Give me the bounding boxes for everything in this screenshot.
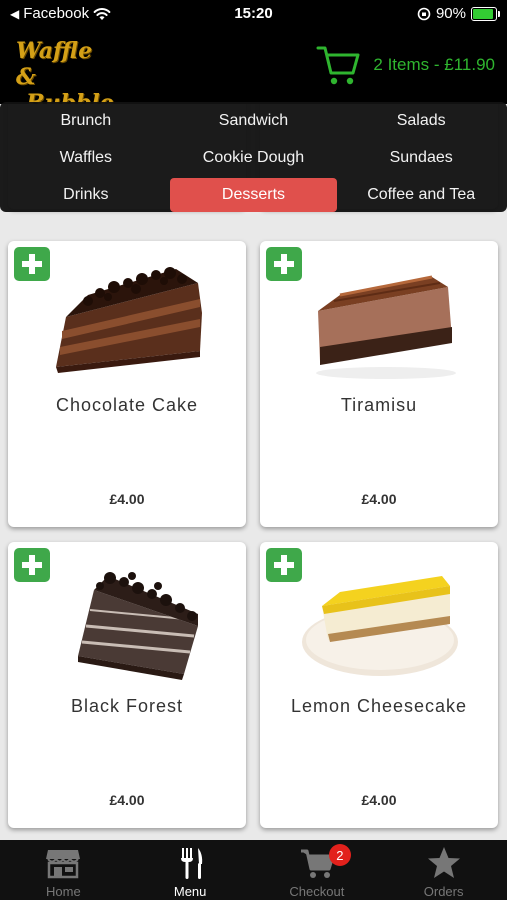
orientation-lock-icon: [417, 7, 431, 20]
checkout-badge: 2: [328, 844, 351, 866]
nav-label: Checkout: [289, 884, 345, 899]
category-waffles[interactable]: Waffles: [2, 141, 170, 175]
brand-logo[interactable]: Waffle & Bubble: [16, 38, 114, 116]
product-price: £4.00: [109, 792, 145, 808]
lemon-cheesecake-image: [302, 576, 458, 676]
product-card[interactable]: Black Forest £4.00: [8, 542, 246, 828]
nav-orders[interactable]: Orders: [380, 840, 507, 900]
star-icon: [427, 847, 460, 878]
nav-label: Home: [46, 884, 81, 899]
category-cookie-dough[interactable]: Cookie Dough: [170, 141, 338, 175]
nav-menu[interactable]: Menu: [127, 840, 254, 900]
plus-icon: [274, 555, 294, 575]
battery-fill: [473, 8, 493, 19]
product-name: Tiramisu: [340, 395, 418, 415]
product-name: Chocolate Cake: [55, 395, 199, 415]
app-header: Waffle & Bubble 2 Items - £11.90: [0, 30, 507, 116]
status-bar: ◀ Facebook 15:20 90%: [0, 0, 507, 30]
cutlery-icon: [181, 848, 203, 879]
add-to-cart-button[interactable]: [14, 247, 50, 281]
product-price: £4.00: [109, 491, 145, 507]
category-drinks[interactable]: Drinks: [2, 178, 170, 212]
status-right: 90%: [417, 5, 500, 22]
cart-summary-text: 2 Items - £11.90: [373, 55, 495, 74]
logo-line-1: Waffle &: [16, 38, 93, 90]
bottom-nav: Home Menu 2 Checkout Orders: [0, 840, 507, 900]
nav-home[interactable]: Home: [0, 840, 127, 900]
battery-percent: 90%: [435, 5, 466, 22]
product-card[interactable]: Chocolate Cake £4.00: [8, 241, 246, 527]
nav-label: Menu: [173, 884, 207, 899]
cart-summary-button[interactable]: 2 Items - £11.90: [315, 42, 495, 88]
category-sandwich[interactable]: Sandwich: [170, 104, 338, 138]
product-price: £4.00: [361, 792, 397, 808]
shopping-cart-icon: [316, 46, 360, 85]
product-card[interactable]: Tiramisu £4.00: [260, 241, 498, 527]
product-name: Black Forest: [70, 696, 184, 716]
black-forest-image: [78, 572, 198, 680]
plus-icon: [274, 254, 294, 274]
category-sundaes[interactable]: Sundaes: [337, 141, 505, 175]
category-desserts[interactable]: Desserts: [169, 178, 338, 212]
product-grid[interactable]: Chocolate Cake £4.00 Tiramisu £4.00 Blac…: [0, 104, 507, 840]
chocolate-cake-image: [56, 267, 202, 373]
tiramisu-image: [316, 275, 456, 379]
category-salads[interactable]: Salads: [337, 104, 505, 138]
nav-label: Orders: [423, 884, 464, 899]
product-price: £4.00: [361, 491, 397, 507]
add-to-cart-button[interactable]: [266, 247, 302, 281]
store-icon: [46, 850, 81, 879]
product-card[interactable]: Lemon Cheesecake £4.00: [260, 542, 498, 828]
battery-icon: [471, 6, 500, 21]
product-name: Lemon Cheesecake: [290, 696, 468, 716]
plus-icon: [22, 254, 42, 274]
category-grid: Brunch Sandwich Salads Waffles Cookie Do…: [0, 102, 507, 214]
nav-checkout[interactable]: 2 Checkout: [254, 840, 381, 900]
plus-icon: [22, 555, 42, 575]
category-coffee-and-tea[interactable]: Coffee and Tea: [337, 178, 505, 212]
category-brunch[interactable]: Brunch: [2, 104, 170, 138]
add-to-cart-button[interactable]: [14, 548, 50, 582]
category-menu: Brunch Sandwich Salads Waffles Cookie Do…: [0, 102, 507, 212]
add-to-cart-button[interactable]: [266, 548, 302, 582]
